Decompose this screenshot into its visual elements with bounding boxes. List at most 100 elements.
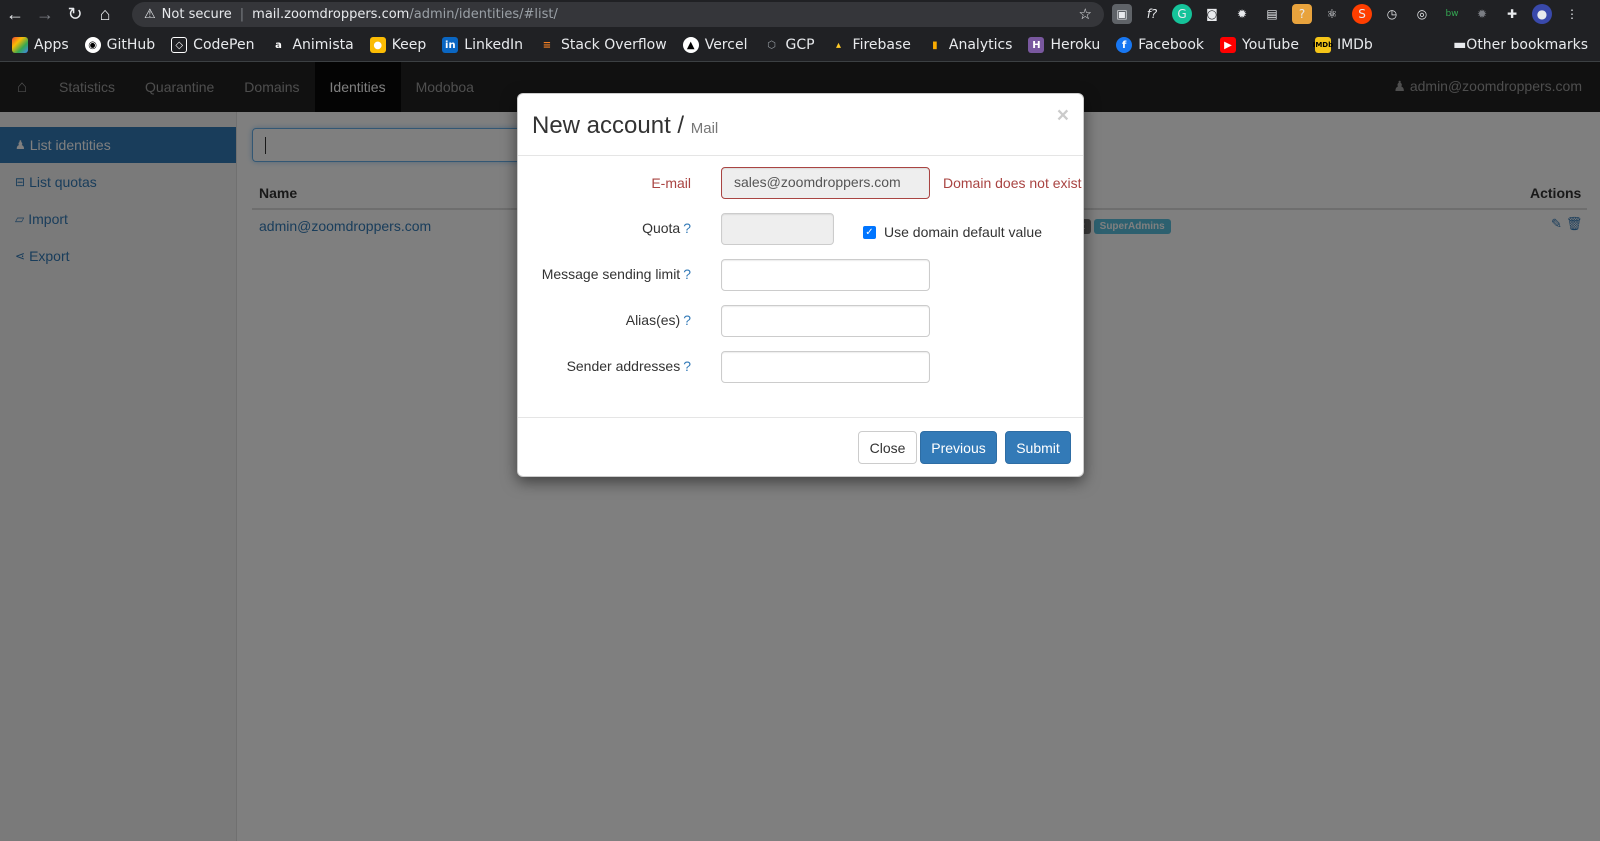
bookmark-label: CodePen xyxy=(193,37,255,53)
extension-icon[interactable]: ▣ xyxy=(1112,4,1132,24)
grammarly-icon[interactable]: G xyxy=(1172,4,1192,24)
svelte-icon[interactable]: S xyxy=(1352,4,1372,24)
bookmark-gcp[interactable]: ⬡ GCP xyxy=(763,37,814,53)
modal-title: New account / Mail xyxy=(532,112,718,140)
bookmark-label: Stack Overflow xyxy=(560,37,667,53)
sending-limit-help-icon[interactable]: ? xyxy=(683,266,691,282)
bookmark-facebook[interactable]: f Facebook xyxy=(1116,37,1204,53)
bookmark-github[interactable]: ◉ GitHub xyxy=(84,37,156,53)
back-icon[interactable]: ← xyxy=(0,0,30,29)
quota-label: Quota? xyxy=(642,220,691,236)
other-bookmarks[interactable]: ▬ Other bookmarks xyxy=(1453,37,1588,53)
email-error-message: Domain does not exist xyxy=(943,175,1082,191)
bookmark-label: Firebase xyxy=(852,37,911,53)
bookmark-apps[interactable]: Apps xyxy=(12,37,69,53)
youtube-icon: ▶ xyxy=(1220,37,1236,53)
bookmark-label: IMDb xyxy=(1336,37,1373,53)
vercel-icon: ▲ xyxy=(682,37,699,53)
checkbox-checked[interactable]: ✓ xyxy=(863,225,876,239)
bookmark-vercel[interactable]: ▲ Vercel xyxy=(682,37,748,53)
sending-limit-label-text: Message sending limit xyxy=(541,266,681,282)
bookmark-linkedin[interactable]: in LinkedIn xyxy=(442,37,523,53)
bookmark-label: GitHub xyxy=(106,37,156,53)
sending-limit-label: Message sending limit? xyxy=(542,266,691,282)
bookmark-star-icon[interactable]: ☆ xyxy=(1079,5,1092,23)
omnibox-divider: | xyxy=(239,7,245,22)
aliases-label-text: Alias(es) xyxy=(625,312,681,328)
other-bookmarks-label: Other bookmarks xyxy=(1466,37,1588,53)
bookmark-animista[interactable]: a Animista xyxy=(270,37,354,53)
target-extension-icon[interactable]: ◎ xyxy=(1412,4,1432,24)
imdb-icon: IMDb xyxy=(1313,37,1333,53)
puzzle-icon[interactable]: ✚ xyxy=(1502,4,1522,24)
gcp-icon: ⬡ xyxy=(767,39,776,51)
sender-addresses-label-text: Sender addresses xyxy=(566,358,681,374)
close-button[interactable]: Close xyxy=(858,431,917,464)
gear-extension-icon[interactable]: ✹ xyxy=(1232,4,1252,24)
quota-help-icon[interactable]: ? xyxy=(683,220,691,236)
aliases-help-icon[interactable]: ? xyxy=(683,312,691,328)
reload-icon[interactable]: ↻ xyxy=(60,0,90,29)
email-label: E-mail xyxy=(651,175,691,191)
menu-kebab-icon[interactable]: ⋮ xyxy=(1562,4,1582,24)
profile-avatar[interactable]: ● xyxy=(1532,4,1552,24)
bw-extension-icon[interactable]: bw xyxy=(1442,4,1462,24)
close-icon[interactable]: × xyxy=(1057,104,1069,128)
quota-label-text: Quota xyxy=(642,220,681,236)
note-extension-icon[interactable]: ? xyxy=(1292,4,1312,24)
analytics-icon: ▮ xyxy=(932,39,938,51)
bookmark-label: LinkedIn xyxy=(464,37,523,53)
email-field[interactable]: sales@zoomdroppers.com xyxy=(721,167,930,199)
sender-addresses-label: Sender addresses? xyxy=(567,358,691,374)
bookmark-stackoverflow[interactable]: ≡ Stack Overflow xyxy=(539,37,667,53)
aliases-field[interactable] xyxy=(721,305,930,337)
sender-addresses-help-icon[interactable]: ? xyxy=(683,358,691,374)
stackoverflow-icon: ≡ xyxy=(542,39,552,51)
bookmark-label: Vercel xyxy=(704,37,748,53)
home-icon[interactable]: ⌂ xyxy=(90,0,120,29)
window-extension-icon[interactable]: ▤ xyxy=(1262,4,1282,24)
checkbox-label: Use domain default value xyxy=(884,224,1042,240)
camera-icon[interactable]: ◙ xyxy=(1202,4,1222,24)
previous-button[interactable]: Previous xyxy=(920,431,997,464)
forward-icon[interactable]: → xyxy=(30,0,60,29)
clock-extension-icon[interactable]: ◷ xyxy=(1382,4,1402,24)
browser-toolbar: ← → ↻ ⌂ ⚠ Not secure | mail.zoomdroppers… xyxy=(0,0,1600,29)
bookmark-label: Analytics xyxy=(948,37,1013,53)
sender-addresses-field[interactable] xyxy=(721,351,930,383)
use-domain-default-checkbox[interactable]: ✓ Use domain default value xyxy=(863,224,1042,240)
bookmark-keep[interactable]: ● Keep xyxy=(369,37,427,53)
bookmark-youtube[interactable]: ▶ YouTube xyxy=(1220,37,1299,53)
heroku-icon: H xyxy=(1028,37,1045,53)
aliases-label: Alias(es)? xyxy=(626,312,691,328)
bookmark-label: GCP xyxy=(785,37,815,53)
bookmark-label: Heroku xyxy=(1050,37,1101,53)
sending-limit-field[interactable] xyxy=(721,259,930,291)
bookmark-label: Animista xyxy=(292,37,354,53)
bookmark-analytics[interactable]: ▮ Analytics xyxy=(927,37,1013,53)
github-icon: ◉ xyxy=(84,37,101,53)
modal-header: New account / Mail × xyxy=(518,94,1083,156)
warning-icon: ⚠ xyxy=(144,7,156,22)
bookmark-firebase[interactable]: ▴ Firebase xyxy=(831,37,911,53)
url-path: /admin/identities/#list/ xyxy=(409,7,558,22)
react-devtools-icon[interactable]: ⚛ xyxy=(1322,4,1342,24)
bookmark-heroku[interactable]: H Heroku xyxy=(1028,37,1100,53)
bookmark-label: Facebook xyxy=(1138,37,1204,53)
bookmark-codepen[interactable]: ◇ CodePen xyxy=(171,37,254,53)
new-account-modal: New account / Mail × E-mail sales@zoomdr… xyxy=(517,93,1084,477)
bookmark-label: Apps xyxy=(34,37,69,53)
submit-button[interactable]: Submit xyxy=(1005,431,1071,464)
modal-title-text: New account / xyxy=(532,112,685,139)
apps-grid-icon xyxy=(12,37,28,53)
modal-subtitle: Mail xyxy=(690,120,719,137)
extensions-bar: ▣ f? G ◙ ✹ ▤ ? ⚛ S ◷ ◎ bw ✹ ✚ ● ⋮ xyxy=(1112,4,1582,24)
folder-icon: ▬ xyxy=(1453,37,1467,53)
security-label: Not secure xyxy=(161,7,232,22)
font-extension-icon[interactable]: f? xyxy=(1142,4,1162,24)
bookmark-imdb[interactable]: IMDb IMDb xyxy=(1313,37,1373,53)
settings-extension-icon[interactable]: ✹ xyxy=(1472,4,1492,24)
bookmark-label: Keep xyxy=(391,37,427,53)
address-bar[interactable]: ⚠ Not secure | mail.zoomdroppers.com/adm… xyxy=(132,2,1104,27)
modal-footer: Close Previous Submit xyxy=(518,417,1083,477)
